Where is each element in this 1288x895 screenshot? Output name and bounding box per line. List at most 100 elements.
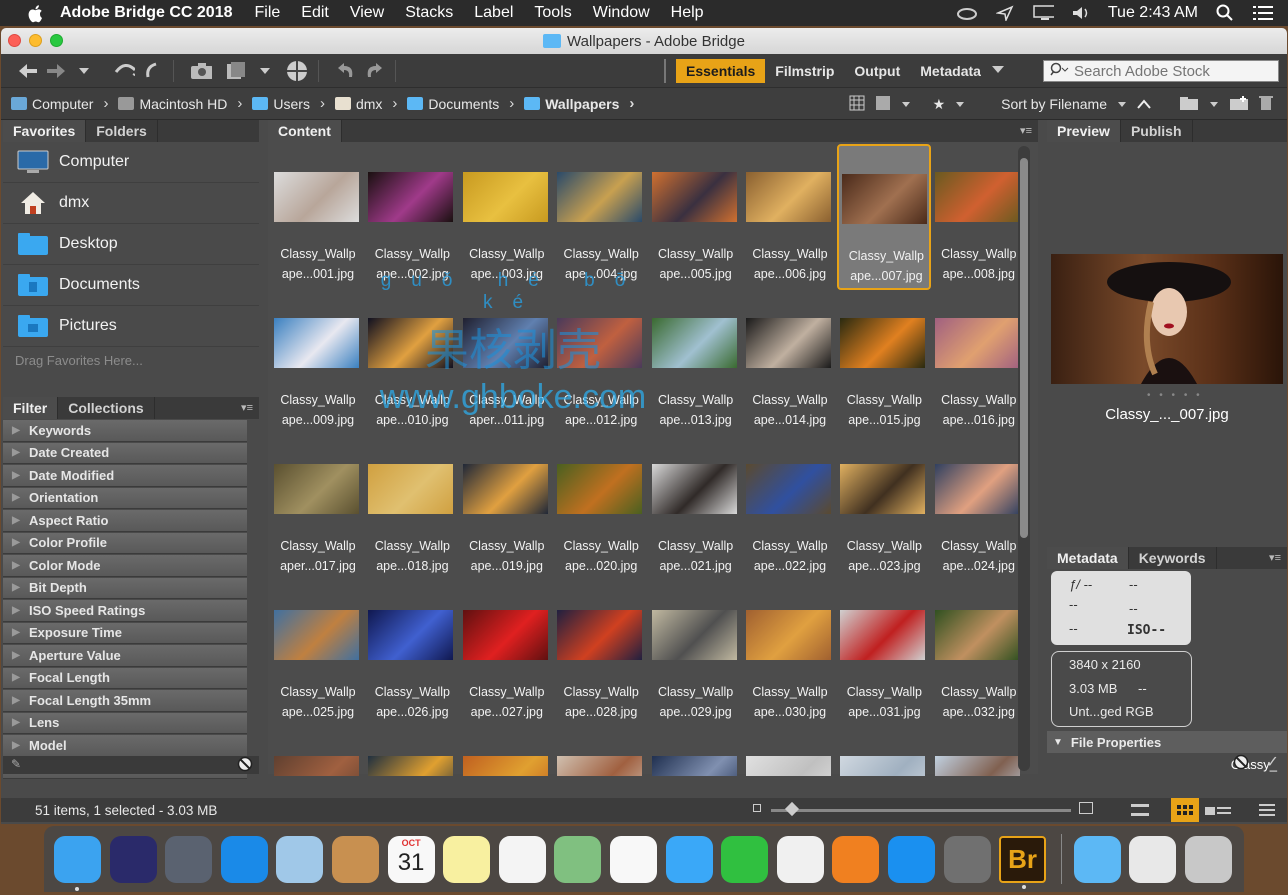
clear-filter-icon[interactable] <box>237 756 253 777</box>
thumbnail-item[interactable]: Classy_Wallp ape...028.jpg <box>554 582 648 728</box>
thumbnail-image[interactable] <box>746 172 831 222</box>
thumbnail-image[interactable] <box>840 318 926 368</box>
menu-help[interactable]: Help <box>671 4 704 22</box>
content-scrollbar[interactable] <box>1018 146 1030 771</box>
thumbnail-image[interactable] <box>368 464 454 514</box>
tab-collections[interactable]: Collections <box>58 397 155 419</box>
open-recent-folder-icon[interactable] <box>1179 96 1199 113</box>
thumbnail-item[interactable]: Classy_Wallp ape...009.jpg <box>271 290 365 436</box>
thumbnail-item[interactable] <box>365 728 459 776</box>
tab-filter[interactable]: Filter <box>3 397 59 419</box>
sort-ascending-icon[interactable] <box>1137 96 1151 112</box>
tab-publish[interactable]: Publish <box>1121 120 1193 142</box>
thumbnail-image[interactable] <box>746 464 831 514</box>
thumbnail-item[interactable]: Classy_Wallp ape...032.jpg <box>932 582 1020 728</box>
documents-stack-icon[interactable] <box>1129 835 1177 883</box>
notes-icon[interactable] <box>443 835 491 883</box>
thumbnail-item[interactable]: Classy_Wallp ape...010.jpg <box>365 290 459 436</box>
reveal-recent-icon[interactable] <box>141 60 163 82</box>
view-dropdown-icon[interactable] <box>901 96 911 112</box>
favorite-documents[interactable]: Documents <box>3 265 259 306</box>
clock[interactable]: Tue 2:43 AM <box>1108 4 1198 22</box>
back-arrow-icon[interactable] <box>17 60 39 82</box>
facetime-icon[interactable] <box>721 835 769 883</box>
forward-arrow-icon[interactable] <box>45 60 67 82</box>
crumb-computer[interactable]: Computer › <box>11 95 108 112</box>
workspace-dropdown-icon[interactable] <box>991 62 1005 80</box>
crumb-documents[interactable]: Documents › <box>407 95 514 112</box>
quality-grid-icon[interactable] <box>849 95 865 114</box>
view-list-icon[interactable] <box>1259 804 1275 819</box>
thumbnail-item[interactable]: Classy_Wallp ape...023.jpg <box>837 436 931 582</box>
thumbnail-item[interactable] <box>932 728 1020 776</box>
panel-menu-icon[interactable]: ▾≡ <box>1020 124 1032 137</box>
view-grid-icon[interactable] <box>875 95 891 114</box>
safari-icon[interactable] <box>220 835 268 883</box>
thumbnail-item[interactable] <box>271 728 365 776</box>
get-photos-icon[interactable] <box>286 60 308 82</box>
minimize-window-button[interactable] <box>29 34 42 47</box>
thumbnail-item[interactable]: Classy_Wallp ape...025.jpg <box>271 582 365 728</box>
workspace-output[interactable]: Output <box>844 59 910 83</box>
workspace-filmstrip[interactable]: Filmstrip <box>765 59 844 83</box>
thumbnail-item[interactable]: Classy_Wallp ape...005.jpg <box>649 144 743 290</box>
thumbnail-image[interactable] <box>934 756 1020 776</box>
refine-icon[interactable] <box>226 60 248 82</box>
thumbnail-size-slider[interactable] <box>771 801 1071 817</box>
thumbnail-item[interactable]: Classy_Wallp ape...015.jpg <box>837 290 931 436</box>
thumbnail-item[interactable]: Classy_Wallp aper...017.jpg <box>271 436 365 582</box>
crumb-macintosh-hd[interactable]: Macintosh HD › <box>118 95 242 112</box>
view-details-icon[interactable] <box>1205 805 1231 820</box>
notification-center-icon[interactable] <box>1252 5 1274 21</box>
reminders-icon[interactable] <box>498 835 546 883</box>
thumbnail-image[interactable] <box>557 318 643 368</box>
tab-metadata[interactable]: Metadata <box>1047 547 1129 569</box>
thumbnail-image[interactable] <box>651 610 737 660</box>
star-rating-icon[interactable]: ★ <box>933 96 946 113</box>
volume-icon[interactable] <box>1070 5 1092 21</box>
location-icon[interactable] <box>994 5 1016 21</box>
filter-item[interactable]: ▶ Aperture Value <box>3 645 247 667</box>
thumbnail-image[interactable] <box>274 318 359 368</box>
thumbnail-item[interactable]: Classy_Wallp ape...004.jpg <box>554 144 648 290</box>
thumbnail-image[interactable] <box>462 464 548 514</box>
view-thumbnails-icon[interactable] <box>1171 798 1199 822</box>
filter-item[interactable]: ▶ Orientation <box>3 487 247 509</box>
crumb-wallpapers[interactable]: Wallpapers › <box>524 95 634 112</box>
tab-keywords[interactable]: Keywords <box>1129 547 1217 569</box>
tab-favorites[interactable]: Favorites <box>3 120 87 142</box>
star-dropdown-icon[interactable] <box>955 96 965 112</box>
pin-icon[interactable]: ✎ <box>11 757 21 771</box>
filter-item[interactable]: ▶ Exposure Time <box>3 622 247 644</box>
system-preferences-icon[interactable] <box>943 835 991 883</box>
thumbnail-item[interactable] <box>554 728 648 776</box>
app-name-menu[interactable]: Adobe Bridge CC 2018 <box>60 4 232 22</box>
mail-stamp-icon[interactable] <box>276 835 324 883</box>
tab-folders[interactable]: Folders <box>86 120 158 142</box>
file-properties-header[interactable]: ▼ File Properties <box>1047 731 1287 753</box>
filter-item[interactable]: ▶ Date Created <box>3 442 247 464</box>
new-folder-icon[interactable] <box>1229 95 1249 114</box>
thumbnail-image[interactable] <box>746 756 831 776</box>
sort-by-dropdown[interactable]: Sort by Filename <box>1001 96 1107 112</box>
thumbnail-item[interactable]: Classy_Wallp ape...018.jpg <box>365 436 459 582</box>
thumbnail-item[interactable]: Classy_Wallp ape...021.jpg <box>649 436 743 582</box>
favorite-pictures[interactable]: Pictures <box>3 306 259 347</box>
thumbnail-image[interactable] <box>746 610 831 660</box>
crumb-users[interactable]: Users › <box>252 95 325 112</box>
creative-cloud-icon[interactable] <box>956 5 978 21</box>
contacts-icon[interactable] <box>331 835 379 883</box>
tab-preview[interactable]: Preview <box>1047 120 1121 142</box>
thumbnail-image[interactable] <box>274 756 359 776</box>
menu-tools[interactable]: Tools <box>534 4 571 22</box>
refine-dropdown-icon[interactable] <box>254 60 276 82</box>
panel-menu-icon[interactable]: ▾≡ <box>1269 551 1281 564</box>
thumbnail-item[interactable] <box>460 728 554 776</box>
delete-trash-icon[interactable] <box>1259 95 1273 114</box>
lock-grid-icon[interactable] <box>1131 804 1149 816</box>
preview-image[interactable] <box>1051 254 1283 384</box>
thumbnail-image[interactable] <box>934 464 1020 514</box>
thumbnail-item[interactable]: Classy_Wallp ape...012.jpg <box>554 290 648 436</box>
thumbnail-item[interactable]: Classy_Wallp ape...022.jpg <box>743 436 837 582</box>
thumbnail-image[interactable] <box>557 756 643 776</box>
